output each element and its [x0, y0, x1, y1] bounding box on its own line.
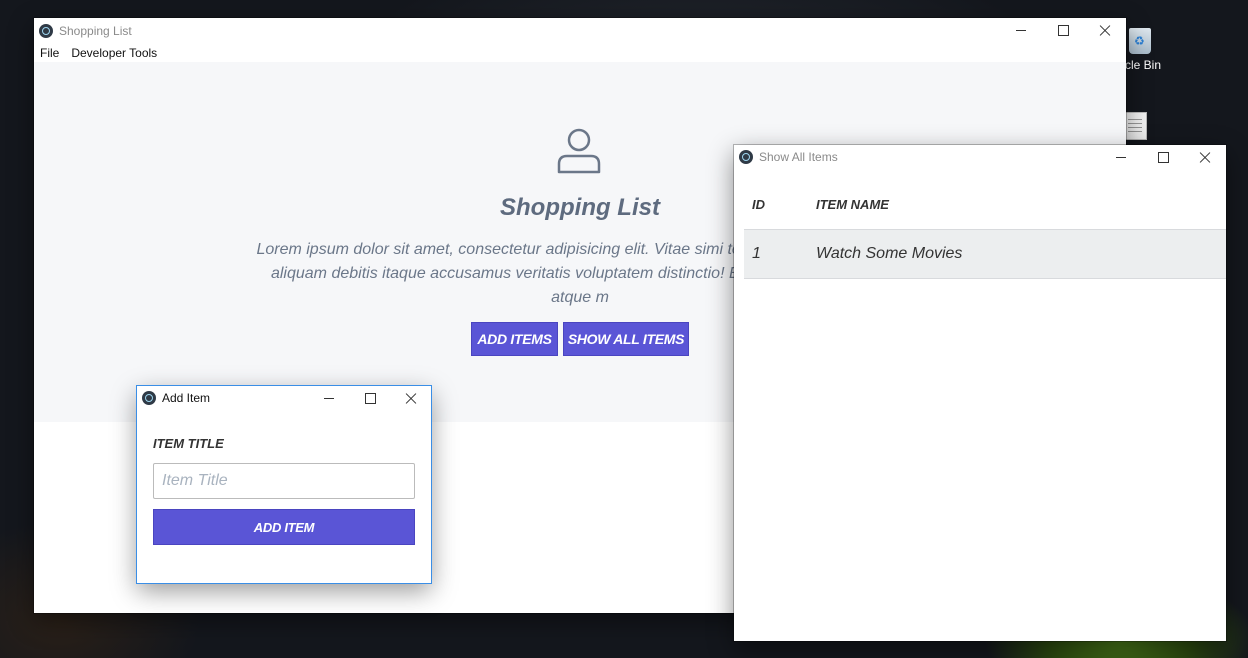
minimize-button[interactable] — [1000, 18, 1042, 44]
electron-app-icon — [142, 391, 156, 405]
window-title: Add Item — [162, 391, 211, 405]
menu-developer-tools[interactable]: Developer Tools — [71, 46, 157, 60]
show-all-items-button[interactable]: SHOW ALL ITEMS — [563, 322, 689, 356]
close-button[interactable] — [390, 386, 431, 410]
add-items-button[interactable]: ADD ITEMS — [471, 322, 558, 356]
show-all-items-window: Show All Items ID ITEM NAME 1 Watch Some… — [734, 145, 1226, 641]
cell-item-name: Watch Some Movies — [816, 245, 963, 262]
table-row[interactable]: 1 Watch Some Movies — [744, 230, 1226, 279]
column-header-item-name: ITEM NAME — [816, 196, 889, 212]
window-controls — [1000, 18, 1126, 44]
minimize-button[interactable] — [308, 386, 349, 410]
main-window-titlebar[interactable]: Shopping List — [34, 18, 1126, 44]
cell-id: 1 — [752, 245, 761, 262]
recycle-bin-icon — [1129, 28, 1151, 54]
table-header: ID ITEM NAME — [744, 179, 1226, 230]
minimize-button[interactable] — [1100, 145, 1142, 169]
close-button[interactable] — [1184, 145, 1226, 169]
maximize-button[interactable] — [1042, 18, 1084, 44]
user-icon — [557, 128, 601, 174]
item-title-input[interactable] — [153, 463, 415, 499]
window-title: Show All Items — [759, 150, 838, 164]
add-window-titlebar[interactable]: Add Item — [137, 386, 431, 410]
column-header-id: ID — [752, 196, 765, 212]
item-title-label: ITEM TITLE — [153, 436, 224, 451]
items-table: ID ITEM NAME 1 Watch Some Movies — [744, 179, 1226, 279]
electron-app-icon — [39, 24, 53, 38]
maximize-button[interactable] — [349, 386, 390, 410]
window-controls — [308, 386, 431, 410]
add-item-button[interactable]: ADD ITEM — [153, 509, 415, 545]
window-controls — [1100, 145, 1226, 169]
document-icon — [1123, 112, 1147, 140]
add-item-window: Add Item ITEM TITLE ADD ITEM — [137, 386, 431, 583]
window-title: Shopping List — [59, 24, 132, 38]
menu-file[interactable]: File — [40, 46, 59, 60]
menu-bar: File Developer Tools — [34, 44, 1126, 62]
list-window-titlebar[interactable]: Show All Items — [734, 145, 1226, 169]
maximize-button[interactable] — [1142, 145, 1184, 169]
close-button[interactable] — [1084, 18, 1126, 44]
electron-app-icon — [739, 150, 753, 164]
